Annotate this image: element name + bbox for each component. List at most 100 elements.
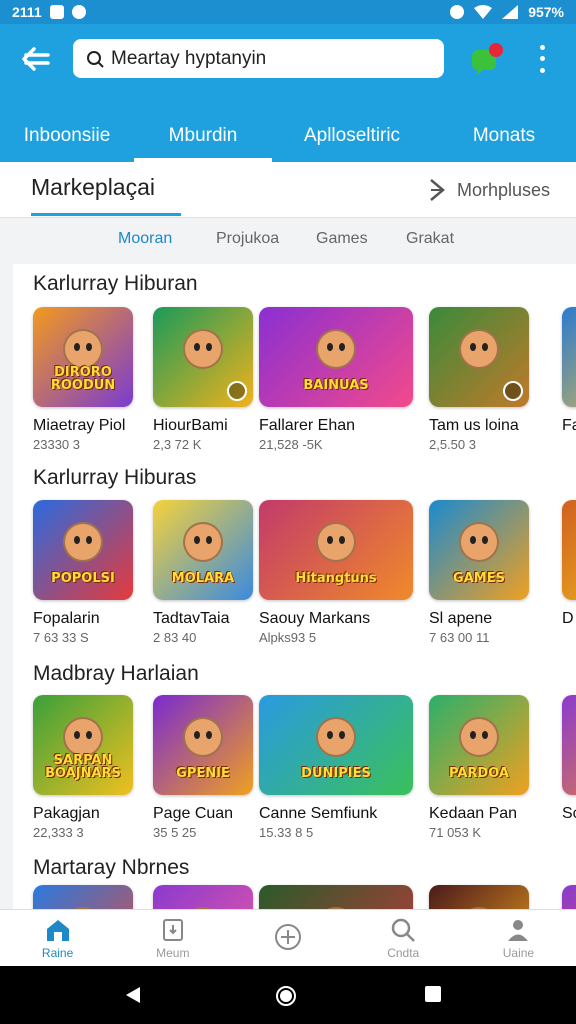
app-card[interactable]: Tam us loina 2,5.50 3: [429, 307, 576, 452]
search-input[interactable]: [111, 47, 431, 70]
app-row: DIRORO ROODUN Miaetray Piol 23330 3 HiourBa…: [13, 307, 576, 467]
app-notification-icon: [71, 5, 86, 19]
more-link[interactable]: Morhpluses: [427, 177, 550, 203]
title-underline: [31, 213, 181, 216]
nav-search-label: Cndta: [387, 946, 420, 960]
nav-menu[interactable]: Meum: [115, 910, 230, 966]
section-title: Madbray Harlaian: [33, 662, 199, 685]
system-recents-icon[interactable]: [424, 985, 442, 1003]
app-name: Fa: [562, 417, 576, 434]
thumbnail-title: DUNIPIES: [301, 766, 371, 782]
app-name: Sc: [562, 805, 576, 822]
thumbnail-title: MOLARA: [171, 571, 235, 587]
status-time: 2111: [12, 4, 42, 20]
app-row: SARPAN BOAJNARS Pakagjan 22,333 3 GPENIE Pag…: [13, 695, 576, 855]
app-card[interactable]: DUNIPIES Canne Semfiunk 15.33 8 5: [259, 695, 429, 840]
app-downloads: 2,5.50 3: [429, 437, 476, 452]
app-card[interactable]: BAINUAS Fallarer Ehan 21,528 -5K: [259, 307, 429, 452]
app-thumbnail[interactable]: [429, 307, 529, 407]
system-back-icon[interactable]: [124, 985, 144, 1005]
add-circle-icon: [275, 924, 301, 950]
app-thumbnail[interactable]: [562, 885, 576, 909]
bottom-nav: Raine Meum Cndta Uaine: [0, 909, 576, 966]
app-thumbnail[interactable]: [33, 885, 133, 909]
thumbnail-title: BAINUAS: [303, 378, 369, 394]
battery-level: 957%: [528, 4, 564, 20]
app-downloads: 7 63 00 11: [429, 630, 490, 645]
app-thumbnail[interactable]: [153, 885, 253, 909]
app-thumbnail[interactable]: BAINUAS: [259, 307, 413, 407]
filter-bar: Mooran Projukoa Games Grakat: [0, 218, 576, 264]
app-card[interactable]: PARDOA Kedaan Pan 71 053 K: [429, 695, 576, 840]
search-bar[interactable]: [73, 39, 444, 78]
filter-grakat[interactable]: Grakat: [406, 230, 454, 248]
app-card[interactable]: [562, 885, 576, 909]
app-name: Sl apene: [429, 610, 493, 627]
app-thumbnail[interactable]: [153, 307, 253, 407]
nav-home-label: Raine: [41, 946, 74, 960]
search-nav-icon: [391, 918, 416, 942]
search-icon: [87, 50, 104, 68]
app-card[interactable]: Sc: [562, 695, 576, 823]
app-card[interactable]: Fa: [562, 307, 576, 435]
app-thumbnail[interactable]: PARDOA: [429, 695, 529, 795]
back-arrow-icon[interactable]: [18, 44, 54, 74]
app-thumbnail[interactable]: MOLARA: [153, 500, 253, 600]
tab-monats[interactable]: Monats: [432, 110, 576, 162]
nav-home[interactable]: Raine: [0, 910, 115, 966]
character-icon: [63, 329, 103, 369]
app-thumbnail[interactable]: DIRORO ROODUN: [33, 307, 133, 407]
chat-notification-icon[interactable]: [470, 42, 504, 76]
app-name: Fallarer Ehan: [259, 417, 356, 434]
tab-aplloseltiric[interactable]: Aplloseltiric: [272, 110, 432, 162]
more-options-icon[interactable]: [532, 42, 552, 76]
app-thumbnail[interactable]: [562, 500, 576, 600]
chevron-right-icon: [430, 179, 445, 201]
app-name: Kedaan Pan: [429, 805, 518, 822]
tab-inboonsiie[interactable]: Inboonsiie: [0, 110, 134, 162]
app-thumbnail[interactable]: VAHEEV: [429, 885, 529, 909]
app-thumbnail[interactable]: POPOLSI: [33, 500, 133, 600]
app-card[interactable]: [259, 885, 429, 909]
app-thumbnail[interactable]: SARPAN BOAJNARS: [33, 695, 133, 795]
notification-icon: [49, 5, 64, 19]
thumbnail-title: GAMES: [453, 571, 505, 587]
app-thumbnail[interactable]: GPENIE: [153, 695, 253, 795]
play-badge-icon: [503, 381, 523, 401]
app-list: Karlurray Hiburan DIRORO ROODUN Miaetray P…: [13, 264, 576, 909]
thumbnail-title: SARPAN BOAJNARS: [45, 752, 121, 782]
signal-icon: [502, 5, 519, 19]
nav-profile-label: Uaine: [502, 946, 535, 960]
app-thumbnail[interactable]: [562, 695, 576, 795]
marketplace-header: Markeplaçai Morhpluses: [0, 162, 576, 218]
app-thumbnail[interactable]: DUNIPIES: [259, 695, 413, 795]
app-thumbnail[interactable]: Hitangtuns: [259, 500, 413, 600]
app-thumbnail[interactable]: GAMES: [429, 500, 529, 600]
filter-projukoa[interactable]: Projukoa: [216, 230, 279, 248]
nav-menu-label: Meum: [156, 946, 190, 960]
app-thumbnail[interactable]: [562, 307, 576, 407]
nav-add[interactable]: [230, 910, 345, 966]
tab-mburdin[interactable]: Mburdin: [134, 110, 272, 162]
system-nav-bar: [0, 966, 576, 1024]
thumbnail-title: PARDOA: [449, 766, 509, 782]
app-card[interactable]: GAMES Sl apene 7 63 00 11: [429, 500, 576, 645]
app-card[interactable]: VAHEEV: [429, 885, 576, 909]
nav-search[interactable]: Cndta: [346, 910, 461, 966]
section-title: Karlurray Hiburan: [33, 272, 198, 295]
nav-profile[interactable]: Uaine: [461, 910, 576, 966]
app-row: POPOLSI Fopalarin 7 63 33 S MOLARA TadtavTai…: [13, 500, 576, 660]
thumbnail-title: DIRORO ROODUN: [50, 364, 116, 394]
status-bar: 2111 957%: [0, 0, 576, 24]
thumbnail-title: POPOLSI: [51, 571, 115, 587]
page-title: Markeplaçai: [31, 174, 155, 200]
app-thumbnail[interactable]: [259, 885, 413, 909]
character-icon: [459, 717, 499, 757]
filter-mooran[interactable]: Mooran: [118, 230, 172, 248]
app-row: VAHEEV: [13, 885, 576, 909]
system-home-icon[interactable]: [275, 985, 297, 1007]
app-card[interactable]: D: [562, 500, 576, 628]
filter-games[interactable]: Games: [316, 230, 368, 248]
app-card[interactable]: Hitangtuns Saouy Markans Alpks93 5: [259, 500, 429, 645]
app-header: Inboonsiie Mburdin Aplloseltiric Monats: [0, 24, 576, 162]
